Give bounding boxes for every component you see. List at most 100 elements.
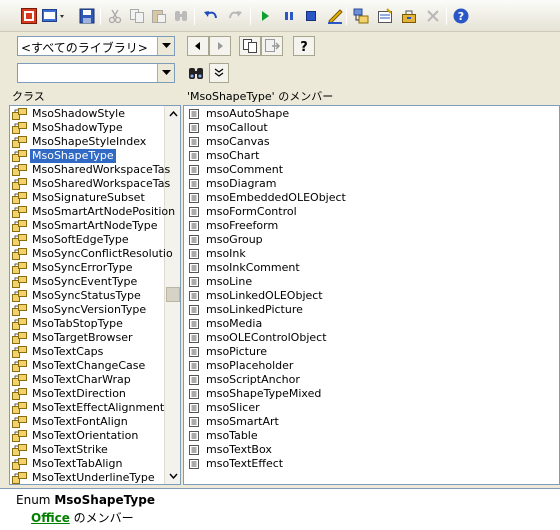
view-object-icon[interactable] xyxy=(42,7,66,25)
class-item[interactable]: MsoSyncStatusType xyxy=(10,289,162,303)
member-item[interactable]: msoPlaceholder xyxy=(184,359,554,373)
class-item[interactable]: MsoTargetBrowser xyxy=(10,331,162,345)
class-item[interactable]: MsoTextStrike xyxy=(10,443,162,457)
scroll-down-icon[interactable] xyxy=(165,468,180,484)
member-item[interactable]: msoLine xyxy=(184,275,554,289)
class-item-label: MsoTextCharWrap xyxy=(32,373,131,386)
member-item[interactable]: msoEmbeddedOLEObject xyxy=(184,191,554,205)
class-item[interactable]: MsoTextChangeCase xyxy=(10,359,162,373)
class-item[interactable]: MsoShadowStyle xyxy=(10,107,162,121)
redo-icon[interactable] xyxy=(226,7,244,25)
details-panel: Enum MsoShapeType Office のメンバー xyxy=(0,488,560,530)
class-item[interactable]: MsoSyncEventType xyxy=(10,275,162,289)
members-list[interactable]: msoAutoShape msoCallout msoCanvas msoChart m… xyxy=(183,105,560,485)
reset-icon[interactable] xyxy=(302,7,320,25)
member-item[interactable]: msoChart xyxy=(184,149,554,163)
class-item[interactable]: MsoSyncConflictResolutio xyxy=(10,247,173,261)
member-item[interactable]: msoShapeTypeMixed xyxy=(184,387,554,401)
project-explorer-icon[interactable] xyxy=(352,7,370,25)
run-icon[interactable] xyxy=(256,7,274,25)
class-item[interactable]: MsoTextEffectAlignment xyxy=(10,401,164,415)
member-item[interactable]: msoCallout xyxy=(184,121,554,135)
class-item[interactable]: MsoSmartArtNodeType xyxy=(10,219,162,233)
member-item[interactable]: msoMedia xyxy=(184,317,554,331)
constant-icon xyxy=(189,235,199,245)
save-icon[interactable] xyxy=(78,7,96,25)
member-item[interactable]: msoInk xyxy=(184,247,554,261)
member-item[interactable]: msoFreeform xyxy=(184,219,554,233)
member-item[interactable]: msoOLEControlObject xyxy=(184,331,554,345)
scroll-up-icon[interactable] xyxy=(165,106,180,122)
member-item[interactable]: msoAutoShape xyxy=(184,107,554,121)
class-item[interactable]: MsoSharedWorkspaceTas xyxy=(10,177,170,191)
class-item[interactable]: MsoTextFontAlign xyxy=(10,415,162,429)
member-item[interactable]: msoComment xyxy=(184,163,554,177)
library-combo[interactable]: <すべてのライブラリ> xyxy=(17,36,175,56)
member-item[interactable]: msoGroup xyxy=(184,233,554,247)
class-item[interactable]: MsoShapeType xyxy=(10,149,162,163)
constant-icon xyxy=(189,445,199,455)
previous-button[interactable] xyxy=(187,36,209,56)
class-item[interactable]: MsoShapeStyleIndex xyxy=(10,135,162,149)
member-item[interactable]: msoInkComment xyxy=(184,261,554,275)
class-item[interactable]: MsoSyncErrorType xyxy=(10,261,162,275)
member-item[interactable]: msoSmartArt xyxy=(184,415,554,429)
close-icon[interactable] xyxy=(424,7,442,25)
class-item[interactable]: MsoSoftEdgeType xyxy=(10,233,162,247)
chevron-down-icon[interactable] xyxy=(157,37,174,55)
class-item[interactable]: MsoTextCharWrap xyxy=(10,373,162,387)
library-link[interactable]: Office xyxy=(31,511,70,525)
member-item[interactable]: msoCanvas xyxy=(184,135,554,149)
class-item[interactable]: MsoSmartArtNodePosition xyxy=(10,205,175,219)
class-icon xyxy=(12,332,27,344)
member-item[interactable]: msoTextBox xyxy=(184,443,554,457)
details-declaration: Enum MsoShapeType xyxy=(16,493,155,507)
member-item[interactable]: msoLinkedOLEObject xyxy=(184,289,554,303)
class-item[interactable]: MsoTextCaps xyxy=(10,345,162,359)
class-item[interactable]: MsoTextOrientation xyxy=(10,429,162,443)
help-icon[interactable]: ? xyxy=(452,7,470,25)
member-item-label: msoTextEffect xyxy=(206,457,284,470)
chevron-down-icon[interactable] xyxy=(157,64,174,82)
class-item[interactable]: MsoSyncVersionType xyxy=(10,303,162,317)
member-item[interactable]: msoFormControl xyxy=(184,205,554,219)
class-item[interactable]: MsoTextDirection xyxy=(10,387,162,401)
help-button[interactable]: ? xyxy=(293,36,315,56)
toolbox-icon[interactable] xyxy=(400,7,418,25)
class-item[interactable]: MsoShadowType xyxy=(10,121,162,135)
search-combo[interactable] xyxy=(17,63,175,83)
member-item[interactable]: msoLinkedPicture xyxy=(184,303,554,317)
undo-icon[interactable] xyxy=(202,7,220,25)
member-item[interactable]: msoTextEffect xyxy=(184,457,554,471)
class-icon xyxy=(12,192,27,204)
copy-icon[interactable] xyxy=(128,7,146,25)
class-item[interactable]: MsoTabStopType xyxy=(10,317,162,331)
class-item[interactable]: MsoTextTabAlign xyxy=(10,457,162,471)
cut-icon[interactable] xyxy=(106,7,124,25)
toggle-search-results-button[interactable] xyxy=(209,63,229,83)
class-item[interactable]: MsoSharedWorkspaceTas xyxy=(10,163,170,177)
class-item-label: MsoTextStrike xyxy=(32,443,108,456)
member-item[interactable]: msoScriptAnchor xyxy=(184,373,554,387)
member-item[interactable]: msoSlicer xyxy=(184,401,554,415)
paste-icon[interactable] xyxy=(150,7,168,25)
design-mode-icon[interactable] xyxy=(326,7,344,25)
search-icon[interactable] xyxy=(187,64,205,82)
class-icon xyxy=(12,122,27,134)
class-item[interactable]: MsoTextUnderlineType xyxy=(10,471,162,484)
member-item[interactable]: msoTable xyxy=(184,429,554,443)
copy-to-clipboard-button[interactable] xyxy=(239,36,261,56)
find-icon[interactable] xyxy=(172,7,190,25)
next-button[interactable] xyxy=(209,36,231,56)
scroll-thumb[interactable] xyxy=(166,287,180,302)
class-item-label: MsoTabStopType xyxy=(32,317,123,330)
member-item[interactable]: msoDiagram xyxy=(184,177,554,191)
class-item[interactable]: MsoSignatureSubset xyxy=(10,191,162,205)
view-code-icon[interactable] xyxy=(20,7,38,25)
member-item[interactable]: msoPicture xyxy=(184,345,554,359)
classes-list[interactable]: MsoShadowStyle MsoShadowType MsoShapeStyle… xyxy=(9,105,181,485)
view-definition-button[interactable] xyxy=(261,36,283,56)
break-icon[interactable] xyxy=(280,7,298,25)
member-item-label: msoScriptAnchor xyxy=(206,373,300,386)
properties-icon[interactable] xyxy=(376,7,394,25)
